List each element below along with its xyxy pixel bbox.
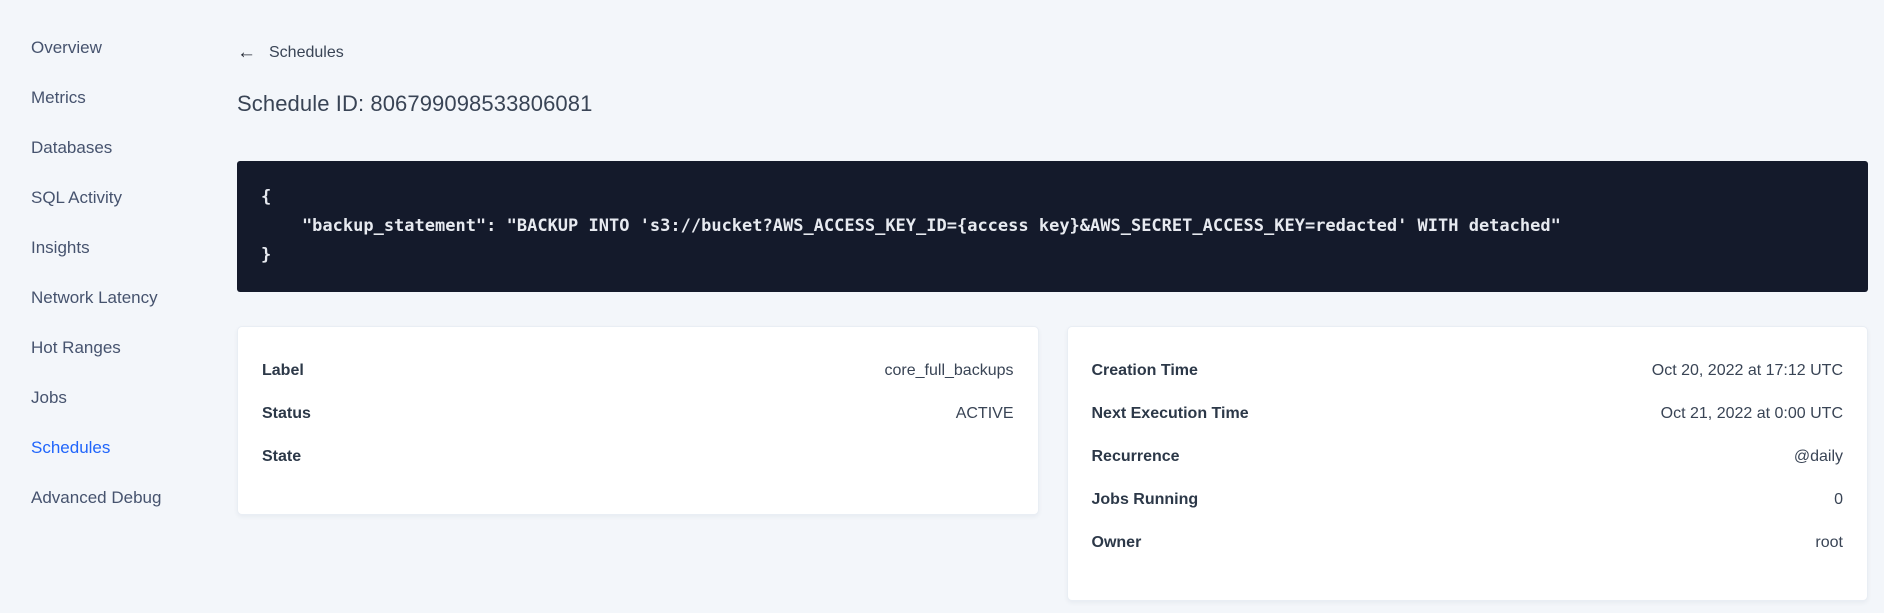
code-line: "backup_statement": "BACKUP INTO 's3://b… <box>261 216 1561 236</box>
detail-cards: Label core_full_backups Status ACTIVE St… <box>237 326 1868 601</box>
sidebar-item-databases[interactable]: Databases <box>0 123 237 173</box>
detail-label: Status <box>262 404 311 422</box>
sidebar-item-hot-ranges[interactable]: Hot Ranges <box>0 323 237 373</box>
detail-row: Recurrence @daily <box>1092 435 1844 478</box>
detail-label: State <box>262 447 302 465</box>
detail-row: Creation Time Oct 20, 2022 at 17:12 UTC <box>1092 349 1844 392</box>
detail-row: Owner root <box>1092 521 1844 564</box>
sidebar: Overview Metrics Databases SQL Activity … <box>0 0 237 613</box>
back-to-schedules-link[interactable]: ← Schedules <box>237 43 344 62</box>
sidebar-item-advanced-debug[interactable]: Advanced Debug <box>0 473 237 523</box>
detail-label: Creation Time <box>1091 361 1198 379</box>
breadcrumb-label: Schedules <box>269 43 344 61</box>
code-line: { <box>261 187 272 207</box>
detail-label: Jobs Running <box>1091 490 1199 508</box>
detail-value: Oct 21, 2022 at 0:00 UTC <box>1660 404 1843 422</box>
detail-label: Next Execution Time <box>1091 404 1249 422</box>
detail-value: ACTIVE <box>955 404 1014 422</box>
main-content: ← Schedules Schedule ID: 806799098533806… <box>237 0 1884 613</box>
detail-label: Recurrence <box>1091 447 1180 465</box>
sidebar-item-overview[interactable]: Overview <box>0 23 237 73</box>
detail-row: State <box>262 435 1014 478</box>
sidebar-item-metrics[interactable]: Metrics <box>0 73 237 123</box>
detail-row: Next Execution Time Oct 21, 2022 at 0:00… <box>1092 392 1844 435</box>
detail-row: Jobs Running 0 <box>1092 478 1844 521</box>
code-line: } <box>261 245 272 265</box>
detail-value: root <box>1815 533 1843 551</box>
back-arrow-icon: ← <box>237 42 256 63</box>
detail-value: 0 <box>1834 490 1843 508</box>
detail-label: Label <box>262 361 304 379</box>
page-title: Schedule ID: 806799098533806081 <box>237 91 593 116</box>
detail-value: core_full_backups <box>884 361 1014 379</box>
detail-row: Label core_full_backups <box>262 349 1014 392</box>
detail-value: @daily <box>1793 447 1843 465</box>
schedule-statement-code-block: { "backup_statement": "BACKUP INTO 's3:/… <box>237 161 1868 292</box>
sidebar-item-jobs[interactable]: Jobs <box>0 373 237 423</box>
detail-value: Oct 20, 2022 at 17:12 UTC <box>1651 361 1843 379</box>
schedule-details-card: Label core_full_backups Status ACTIVE St… <box>237 326 1039 515</box>
detail-row: Status ACTIVE <box>262 392 1014 435</box>
sidebar-item-insights[interactable]: Insights <box>0 223 237 273</box>
sidebar-item-sql-activity[interactable]: SQL Activity <box>0 173 237 223</box>
detail-label: Owner <box>1091 533 1142 551</box>
schedule-timing-card: Creation Time Oct 20, 2022 at 17:12 UTC … <box>1066 326 1868 601</box>
sidebar-item-network-latency[interactable]: Network Latency <box>0 273 237 323</box>
sidebar-item-schedules[interactable]: Schedules <box>0 423 237 473</box>
